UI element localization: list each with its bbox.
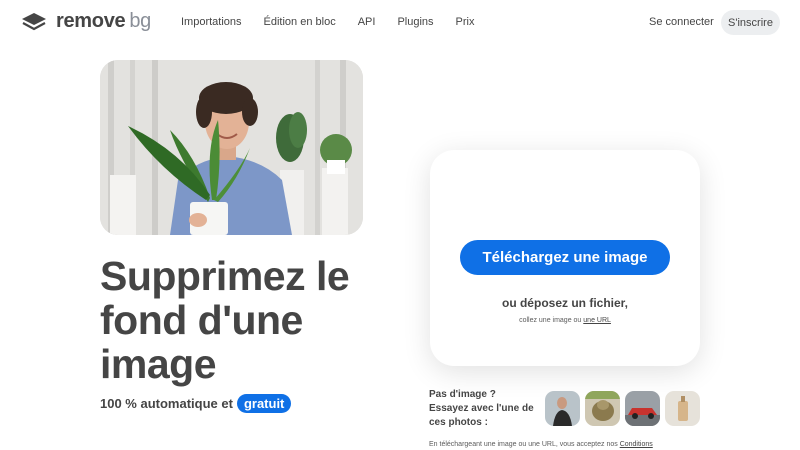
upload-card[interactable]: Téléchargez une image ou déposez un fich… xyxy=(430,150,700,366)
page-title: Supprimez le fond d'une image xyxy=(100,253,350,387)
nav-link-importations[interactable]: Importations xyxy=(181,16,242,28)
nav-link-pricing[interactable]: Prix xyxy=(456,16,475,28)
logo[interactable]: remove bg xyxy=(20,10,151,33)
sample-prompt: Pas d'image ? Essayez avec l'une de ces … xyxy=(429,389,534,428)
hero-subtitle: 100 % automatique et gratuit xyxy=(100,394,292,413)
signin-link[interactable]: Se connecter xyxy=(649,16,714,28)
sample-photo-animal[interactable] xyxy=(585,391,620,426)
nav-link-bulk-editing[interactable]: Édition en bloc xyxy=(264,16,336,28)
free-badge: gratuit xyxy=(236,394,292,413)
sample-photo-car[interactable] xyxy=(625,391,660,426)
logo-text: remove bg xyxy=(56,10,152,32)
top-navigation: remove bg Importations Édition en bloc AP… xyxy=(0,0,800,44)
nav-link-plugins[interactable]: Plugins xyxy=(397,16,433,28)
terms-link[interactable]: Conditions xyxy=(620,441,653,448)
nav-links: Importations Édition en bloc API Plugins… xyxy=(181,16,496,28)
legal-notice: En téléchargeant une image ou une URL, v… xyxy=(429,441,653,448)
drop-file-text: ou déposez un fichier, xyxy=(501,296,629,310)
upload-image-button[interactable]: Téléchargez une image xyxy=(460,240,670,275)
nav-link-api[interactable]: API xyxy=(358,16,376,28)
layers-logo-icon xyxy=(20,11,48,33)
sample-thumbnails xyxy=(545,391,705,426)
signup-button[interactable]: S'inscrire xyxy=(721,10,780,35)
url-link[interactable]: une URL xyxy=(583,317,611,324)
sample-photo-object[interactable] xyxy=(665,391,700,426)
hero-photo xyxy=(100,60,363,235)
paste-hint: collez une image ou une URL xyxy=(519,317,611,324)
sample-photo-person[interactable] xyxy=(545,391,580,426)
